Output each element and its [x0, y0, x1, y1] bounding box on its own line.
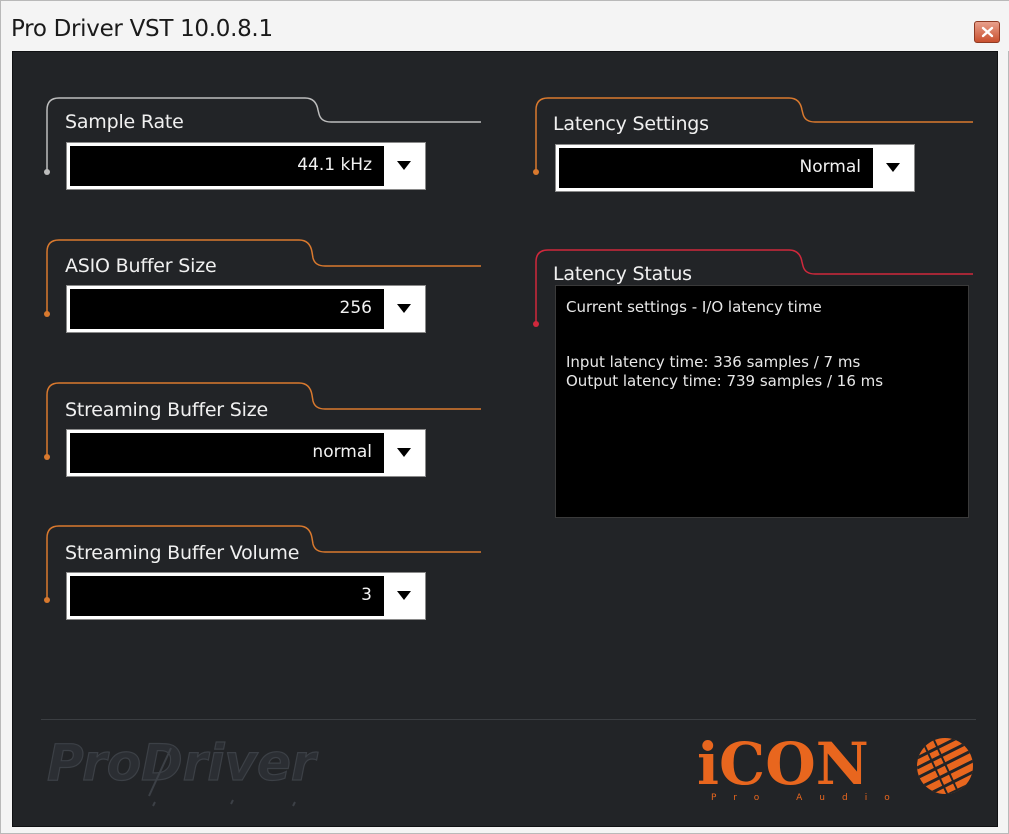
footer-divider — [41, 719, 976, 720]
window-title: Pro Driver VST 10.0.8.1 — [11, 16, 273, 42]
icon-logo-subtext: Pro Audio — [711, 793, 907, 803]
app-window: Pro Driver VST 10.0.8.1 Sample Rate 44.1… — [0, 0, 1009, 834]
latency-status-label: Latency Status — [553, 263, 692, 285]
triangle-down-icon — [397, 591, 411, 600]
close-button[interactable] — [974, 21, 1000, 43]
title-bar[interactable]: Pro Driver VST 10.0.8.1 — [1, 1, 1009, 51]
latency-status-line: Output latency time: 739 samples / 16 ms — [566, 372, 884, 390]
latency-status-line: Input latency time: 336 samples / 7 ms — [566, 353, 861, 371]
driver-panel: Sample Rate 44.1 kHz ASIO Buffer Size 25… — [12, 51, 998, 827]
latency-status-line: Current settings - I/O latency time — [566, 298, 822, 316]
close-icon — [981, 26, 994, 38]
streaming-buffer-volume-label: Streaming Buffer Volume — [65, 542, 300, 564]
streaming-buffer-volume-field: 3 — [70, 576, 384, 616]
streaming-buffer-volume-value: 3 — [361, 585, 372, 605]
streaming-buffer-volume-dropdown-button[interactable] — [386, 576, 422, 616]
icon-pro-audio-logo: iCON Pro Audio — [697, 730, 973, 803]
icon-logo-emblem — [917, 738, 973, 794]
svg-text:ProDriver: ProDriver — [47, 734, 319, 792]
icon-logo-text: iCON — [697, 730, 869, 798]
latency-status-line — [566, 317, 958, 336]
prodriver-logo: ProDriver — [46, 733, 320, 807]
latency-status-box: Current settings - I/O latency time Inpu… — [555, 285, 969, 518]
streaming-buffer-volume-dropdown[interactable]: 3 — [66, 572, 426, 620]
